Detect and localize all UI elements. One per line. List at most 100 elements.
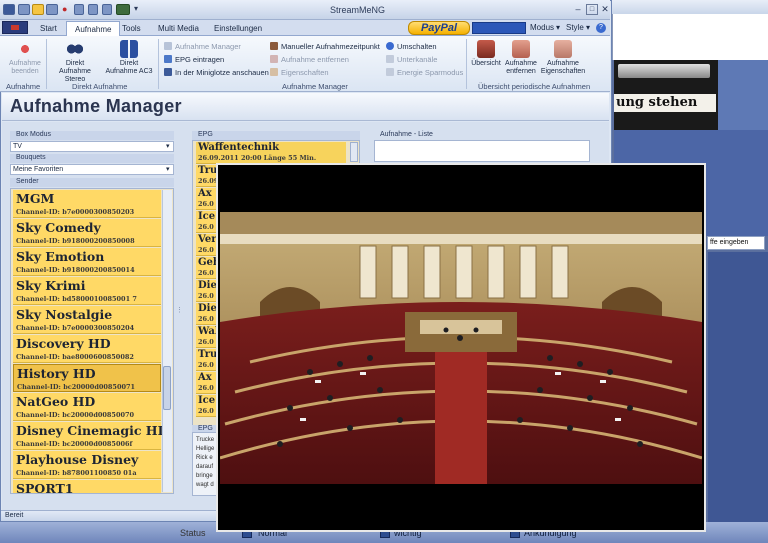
properties-button[interactable]: Eigenschaften [270, 67, 329, 78]
miniglotze-button[interactable]: In der Miniglotze anschauen [164, 67, 269, 78]
direct-record-stereo-button[interactable]: Direkt Aufnahme Stereo [50, 40, 100, 84]
sender-scrollbar-thumb[interactable] [163, 366, 171, 410]
video-frame-image [220, 212, 702, 484]
quick-access-tv-icon[interactable] [46, 4, 58, 15]
background-panel [718, 60, 768, 130]
sender-item[interactable]: Sky Nostalgie Channel-ID: b7e000030085020… [13, 306, 161, 334]
app-menu-icon[interactable] [3, 4, 15, 15]
epg-time: 26.0 [198, 200, 214, 208]
tab-tools[interactable]: Tools [114, 21, 149, 36]
manual-time-button[interactable]: Manueller Aufnahmezeitpunkt [270, 41, 380, 52]
partner-banner-button[interactable] [472, 22, 526, 34]
stop-recording-button[interactable]: Aufnahme beenden [0, 40, 50, 76]
paypal-donate-button[interactable]: PayPal [408, 21, 470, 35]
sender-name: Sky Comedy [16, 220, 101, 235]
splitter-grip-icon[interactable]: ⋮ [176, 306, 183, 314]
modus-menu[interactable]: Modus [530, 23, 554, 32]
box-modus-select[interactable]: TV [10, 141, 174, 152]
close-button[interactable]: ✕ [599, 4, 611, 15]
quick-access-stereo-icon[interactable] [74, 4, 84, 15]
language-flag-icon[interactable] [2, 21, 28, 34]
epg-description-line: Hellige [196, 446, 215, 452]
style-menu[interactable]: Style [566, 23, 584, 32]
energy-save-button[interactable]: Energie Sparmodus [386, 67, 463, 78]
recording-list-label: Aufnahme - Liste [380, 131, 433, 138]
epg-icon [164, 55, 172, 63]
background-search-input[interactable]: ffe eingeben [707, 236, 765, 250]
sender-item-selected[interactable]: History HD Channel-ID: bc20000d00850071 [13, 364, 161, 392]
manager-icon [164, 42, 172, 50]
style-dropdown-icon[interactable]: ▾ [586, 23, 590, 32]
box-modus-dropdown-icon[interactable]: ▾ [166, 142, 170, 150]
sender-item[interactable]: Sky Emotion Channel-ID: b918000200850014 [13, 248, 161, 276]
sender-name: NatGeo HD [16, 394, 96, 409]
sender-item[interactable]: Sky Krimi Channel-ID: bd5800010085001 7 [13, 277, 161, 305]
quick-access-dropdown-icon[interactable]: ▾ [134, 4, 138, 13]
sender-item[interactable]: Playhouse Disney Channel-ID: b87800110085… [13, 451, 161, 479]
quick-access-folder-icon[interactable] [32, 4, 44, 15]
epg-scrollbar[interactable] [350, 142, 358, 162]
maximize-button[interactable]: □ [586, 4, 598, 15]
sender-channel-id: Channel-ID: bd5800010085001 7 [16, 295, 137, 303]
subchannels-button[interactable]: Unterkanäle [386, 54, 437, 65]
sender-item[interactable]: NatGeo HD Channel-ID: bc20000d00850070 [13, 393, 161, 421]
epg-title: Ax [198, 372, 212, 383]
epg-title: Ice [198, 211, 216, 222]
help-icon[interactable]: ? [596, 23, 606, 33]
bouquets-dropdown-icon[interactable]: ▾ [166, 165, 170, 173]
sender-item[interactable]: SPORT1 [13, 480, 161, 493]
ribbon-separator [158, 39, 159, 89]
remove-recording-label: Aufnahme entfernen [281, 55, 349, 64]
epg-title: Tru [198, 349, 218, 360]
umschalten-button[interactable]: Umschalten [386, 41, 437, 52]
epg-time: 26.0 [198, 269, 214, 277]
parliament-chamber-image [220, 212, 702, 484]
recording-list[interactable] [374, 140, 590, 162]
epg-time: 26.0 [198, 292, 214, 300]
minimize-button[interactable]: – [572, 4, 584, 15]
periodic-properties-button[interactable]: Aufnahme Eigenschaften [540, 40, 586, 76]
sender-channel-id: Channel-ID: bc20000d00850070 [16, 411, 135, 419]
sender-item[interactable]: Sky Comedy Channel-ID: b918000200850008 [13, 219, 161, 247]
sender-name: MGM [16, 191, 55, 206]
direct-record-ac3-label: Direkt Aufnahme AC3 [105, 60, 153, 75]
sender-item[interactable]: Discovery HD Channel-ID: bae8000600850082 [13, 335, 161, 363]
sender-scrollbar[interactable] [162, 190, 172, 492]
sender-channel-id: Channel-ID: bc20000d0085006f [16, 440, 133, 448]
epg-description-line: bringe [196, 473, 213, 479]
tab-start[interactable]: Start [32, 21, 65, 36]
epg-time: 26.0 [198, 384, 214, 392]
bouquets-select[interactable]: Meine Favoriten [10, 164, 174, 175]
sender-item[interactable]: Disney Cinemagic HD Channel-ID: bc20000d0… [13, 422, 168, 450]
periodic-remove-button[interactable]: Aufnahme entfernen [500, 40, 542, 76]
periodic-properties-icon [554, 40, 572, 58]
tab-einstellungen[interactable]: Einstellungen [206, 21, 270, 36]
epg-description-line: wagt d [196, 482, 214, 488]
tab-aufnahme[interactable]: Aufnahme [66, 21, 121, 36]
direct-record-ac3-button[interactable]: Direkt Aufnahme AC3 [104, 40, 154, 76]
epg-item[interactable]: Waffentechnik 26.09.2011 20:00 Länge 55 M… [196, 142, 346, 164]
quick-access-remote-icon[interactable] [116, 4, 130, 15]
group-label-direkt: Direkt Aufnahme [72, 82, 128, 91]
remove-recording-button[interactable]: Aufnahme entfernen [270, 54, 349, 65]
epg-description-line: Rick e [196, 455, 213, 461]
umschalten-label: Umschalten [397, 42, 437, 51]
epg-eintragen-button[interactable]: EPG eintragen [164, 54, 224, 65]
remove-icon [270, 55, 278, 63]
sender-channel-id: Channel-ID: b918000200850014 [16, 266, 135, 274]
aufnahme-manager-button[interactable]: Aufnahme Manager [164, 41, 241, 52]
quick-access-save-icon[interactable] [18, 4, 30, 15]
energy-icon [386, 68, 394, 76]
page-title: Aufnahme Manager [10, 96, 182, 116]
sender-item[interactable]: MGM Channel-ID: b7e0000300850203 [13, 190, 161, 218]
quick-access-list-icon[interactable] [102, 4, 112, 15]
sender-name: Playhouse Disney [16, 452, 139, 467]
style-menu-arrow-icon[interactable]: ▾ [556, 23, 560, 32]
sender-name: History HD [17, 366, 96, 381]
quick-access-ac3-icon[interactable] [88, 4, 98, 15]
tab-multi-media[interactable]: Multi Media [150, 21, 207, 36]
epg-description-line: darauf [196, 464, 214, 470]
calendar-icon [270, 42, 278, 50]
box-modus-label: Box Modus [10, 131, 174, 140]
quick-access-record-icon[interactable]: ● [62, 4, 67, 14]
